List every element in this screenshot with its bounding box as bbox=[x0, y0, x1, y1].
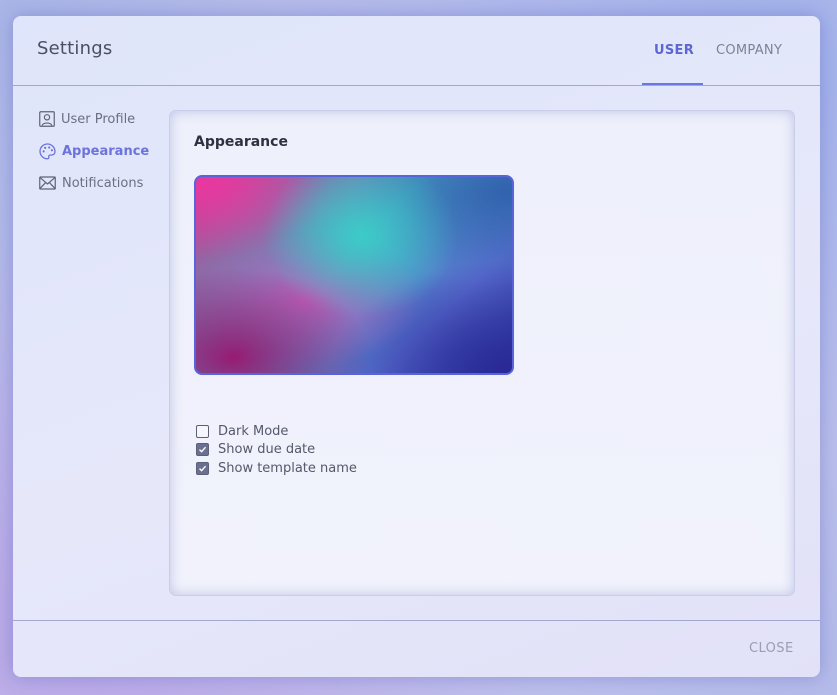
tab-company[interactable]: COMPANY bbox=[716, 43, 782, 58]
sidebar-item-notifications[interactable]: Notifications bbox=[39, 174, 143, 192]
dark-mode-label: Dark Mode bbox=[218, 423, 289, 439]
sidebar-item-label: User Profile bbox=[61, 111, 136, 127]
close-button[interactable]: CLOSE bbox=[749, 641, 794, 656]
show-due-date-checkbox[interactable] bbox=[196, 442, 209, 456]
show-template-name-checkbox[interactable] bbox=[196, 461, 209, 475]
appearance-panel: Appearance Dark Mode Show due date Show … bbox=[169, 110, 795, 596]
user-profile-icon bbox=[39, 111, 55, 127]
settings-dialog: Settings USER COMPANY User Profile Appea… bbox=[13, 16, 820, 677]
envelope-icon bbox=[39, 176, 56, 190]
checkmark-icon bbox=[199, 446, 207, 453]
dialog-header: Settings USER COMPANY bbox=[13, 16, 820, 86]
dialog-title: Settings bbox=[37, 38, 113, 59]
sidebar-item-appearance[interactable]: Appearance bbox=[39, 142, 149, 160]
footer-divider bbox=[13, 620, 820, 621]
show-due-date-label: Show due date bbox=[218, 441, 316, 457]
sidebar-item-label: Notifications bbox=[62, 175, 144, 191]
background-preview-swatch[interactable] bbox=[194, 175, 514, 375]
dark-mode-checkbox[interactable] bbox=[196, 424, 209, 438]
sidebar-item-label: Appearance bbox=[62, 143, 150, 159]
panel-title: Appearance bbox=[194, 134, 288, 150]
option-show-template-name[interactable]: Show template name bbox=[196, 460, 357, 476]
option-dark-mode[interactable]: Dark Mode bbox=[196, 423, 288, 439]
option-show-due-date[interactable]: Show due date bbox=[196, 441, 315, 457]
show-template-name-label: Show template name bbox=[218, 460, 357, 476]
tab-user[interactable]: USER bbox=[654, 43, 694, 58]
palette-icon bbox=[39, 142, 56, 160]
checkmark-icon bbox=[199, 465, 207, 472]
sidebar-item-user-profile[interactable]: User Profile bbox=[39, 110, 135, 128]
active-tab-indicator bbox=[642, 83, 703, 85]
